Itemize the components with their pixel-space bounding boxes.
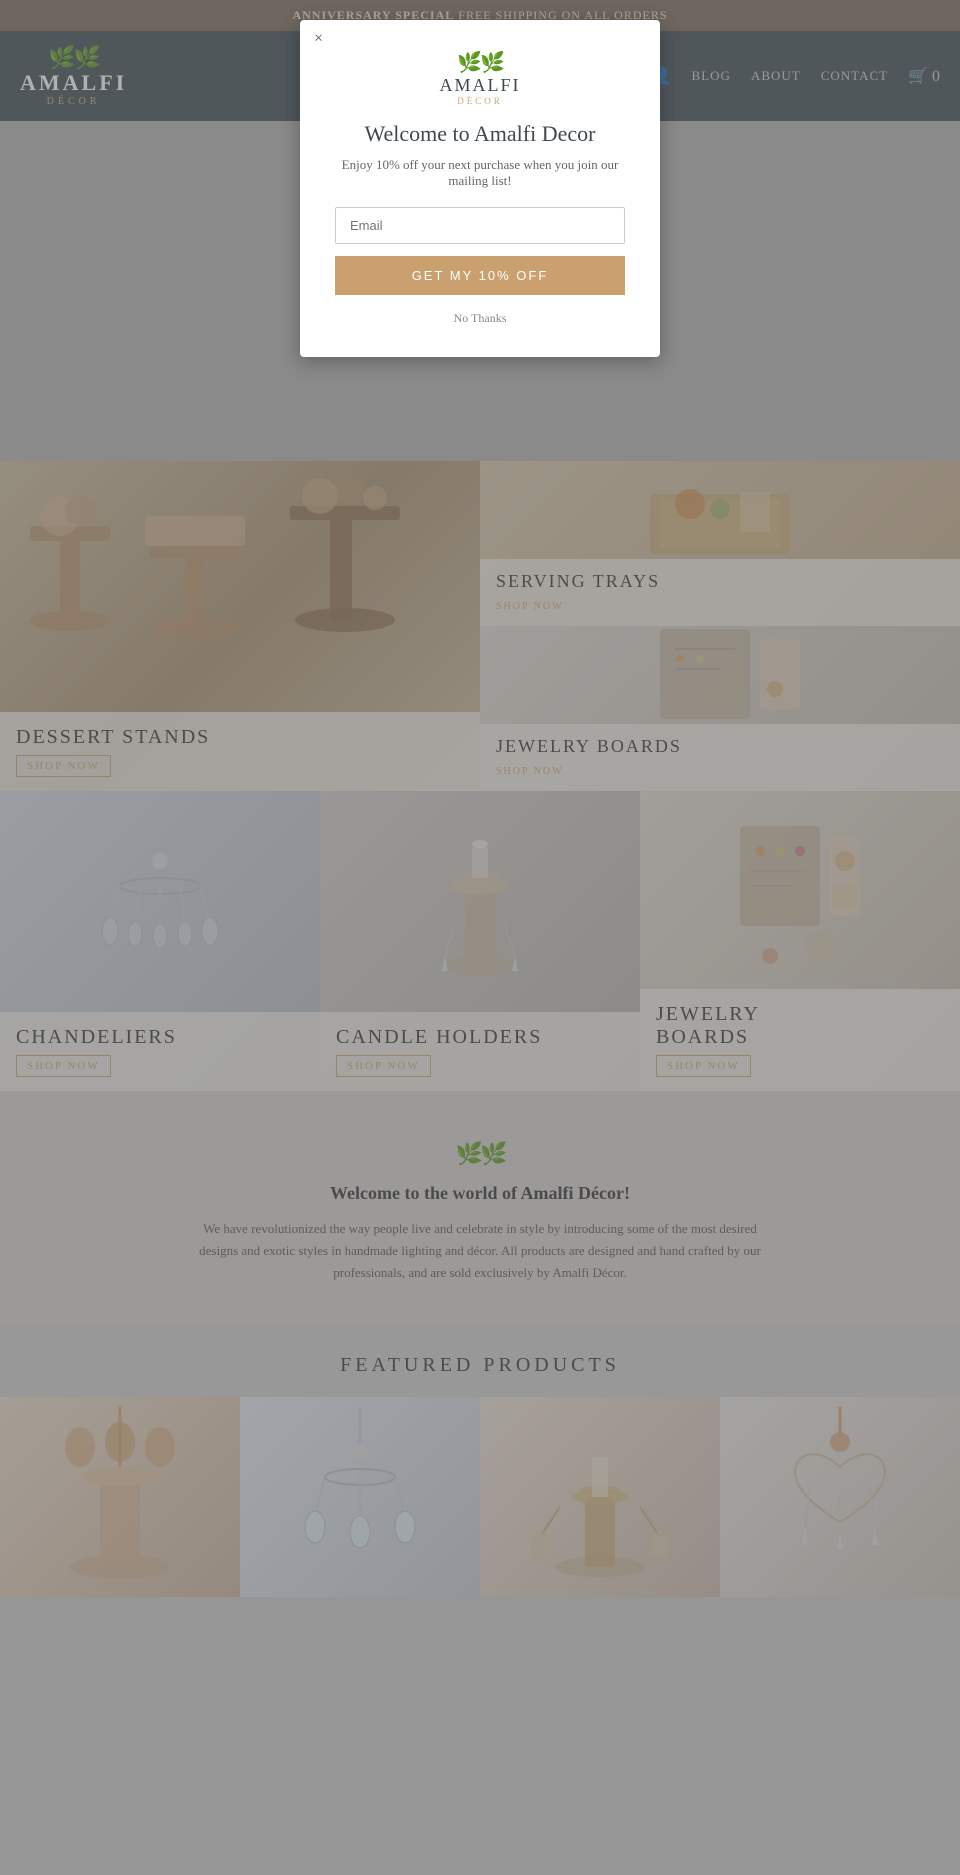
modal-subtitle: Enjoy 10% off your next purchase when yo… xyxy=(335,157,625,189)
email-input[interactable] xyxy=(335,207,625,244)
modal-logo-leaf-icon: 🌿🌿 xyxy=(457,50,503,75)
modal-overlay[interactable]: × 🌿🌿 AMALFI DÉCOR Welcome to Amalfi Deco… xyxy=(0,0,960,1875)
no-thanks-link[interactable]: No Thanks xyxy=(454,311,507,325)
modal-dialog: × 🌿🌿 AMALFI DÉCOR Welcome to Amalfi Deco… xyxy=(300,20,660,357)
modal-title: Welcome to Amalfi Decor xyxy=(335,121,625,147)
cta-button[interactable]: GET MY 10% OFF xyxy=(335,256,625,295)
modal-logo-sub: DÉCOR xyxy=(457,96,503,106)
modal-logo-name: AMALFI xyxy=(439,75,520,96)
modal-close-button[interactable]: × xyxy=(314,30,323,48)
modal-logo: 🌿🌿 AMALFI DÉCOR xyxy=(335,50,625,106)
